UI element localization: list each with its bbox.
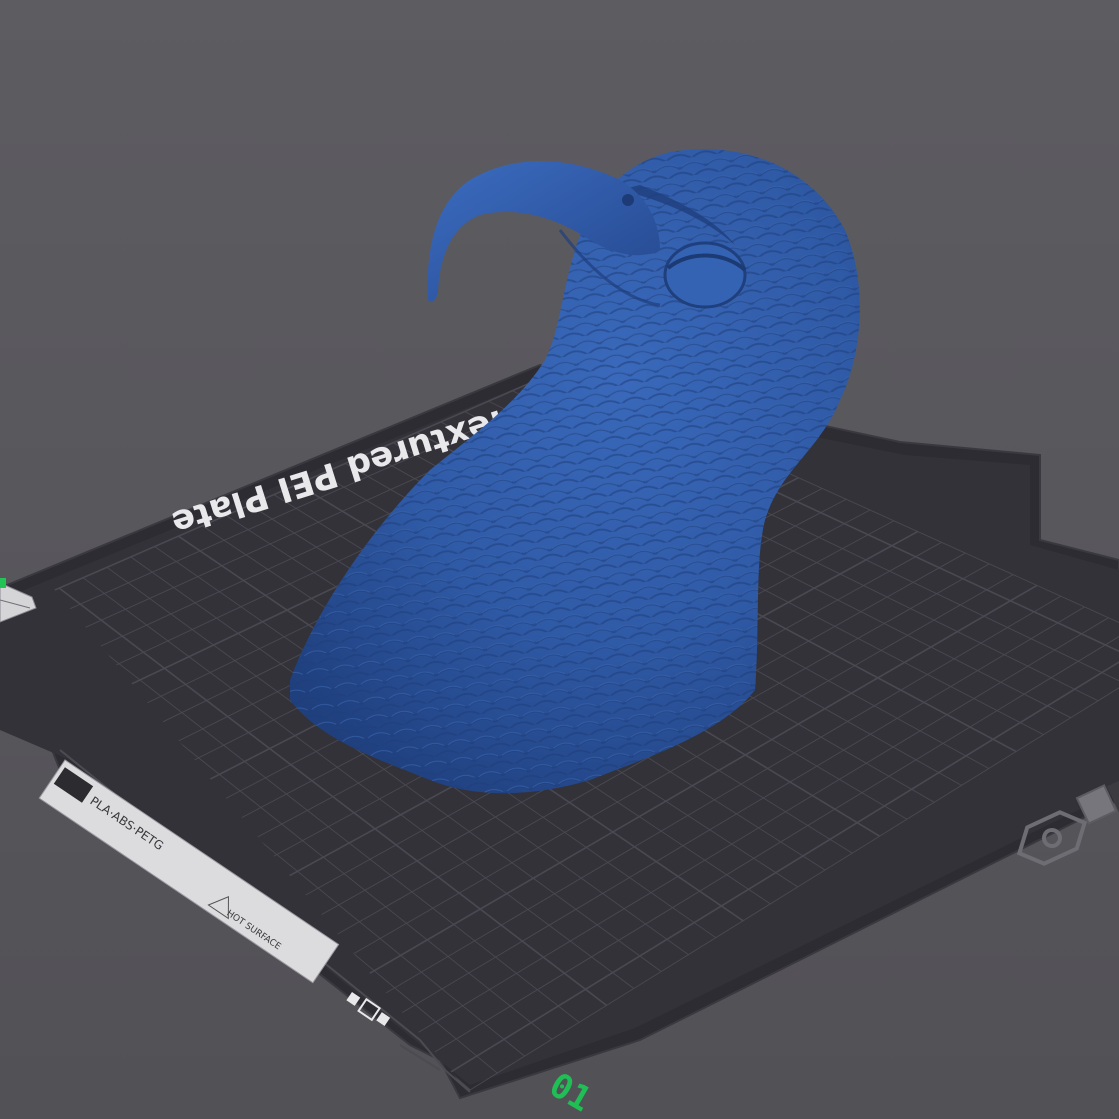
eagle-eye xyxy=(663,241,747,309)
scene-canvas[interactable]: Textured PEI Plate PLA·ABS·PETG HOT SURF… xyxy=(0,0,1119,1119)
eagle-nostril xyxy=(622,194,634,206)
plate-number: 01 xyxy=(543,1065,598,1119)
3d-viewport[interactable]: Textured PEI Plate PLA·ABS·PETG HOT SURF… xyxy=(0,0,1119,1119)
